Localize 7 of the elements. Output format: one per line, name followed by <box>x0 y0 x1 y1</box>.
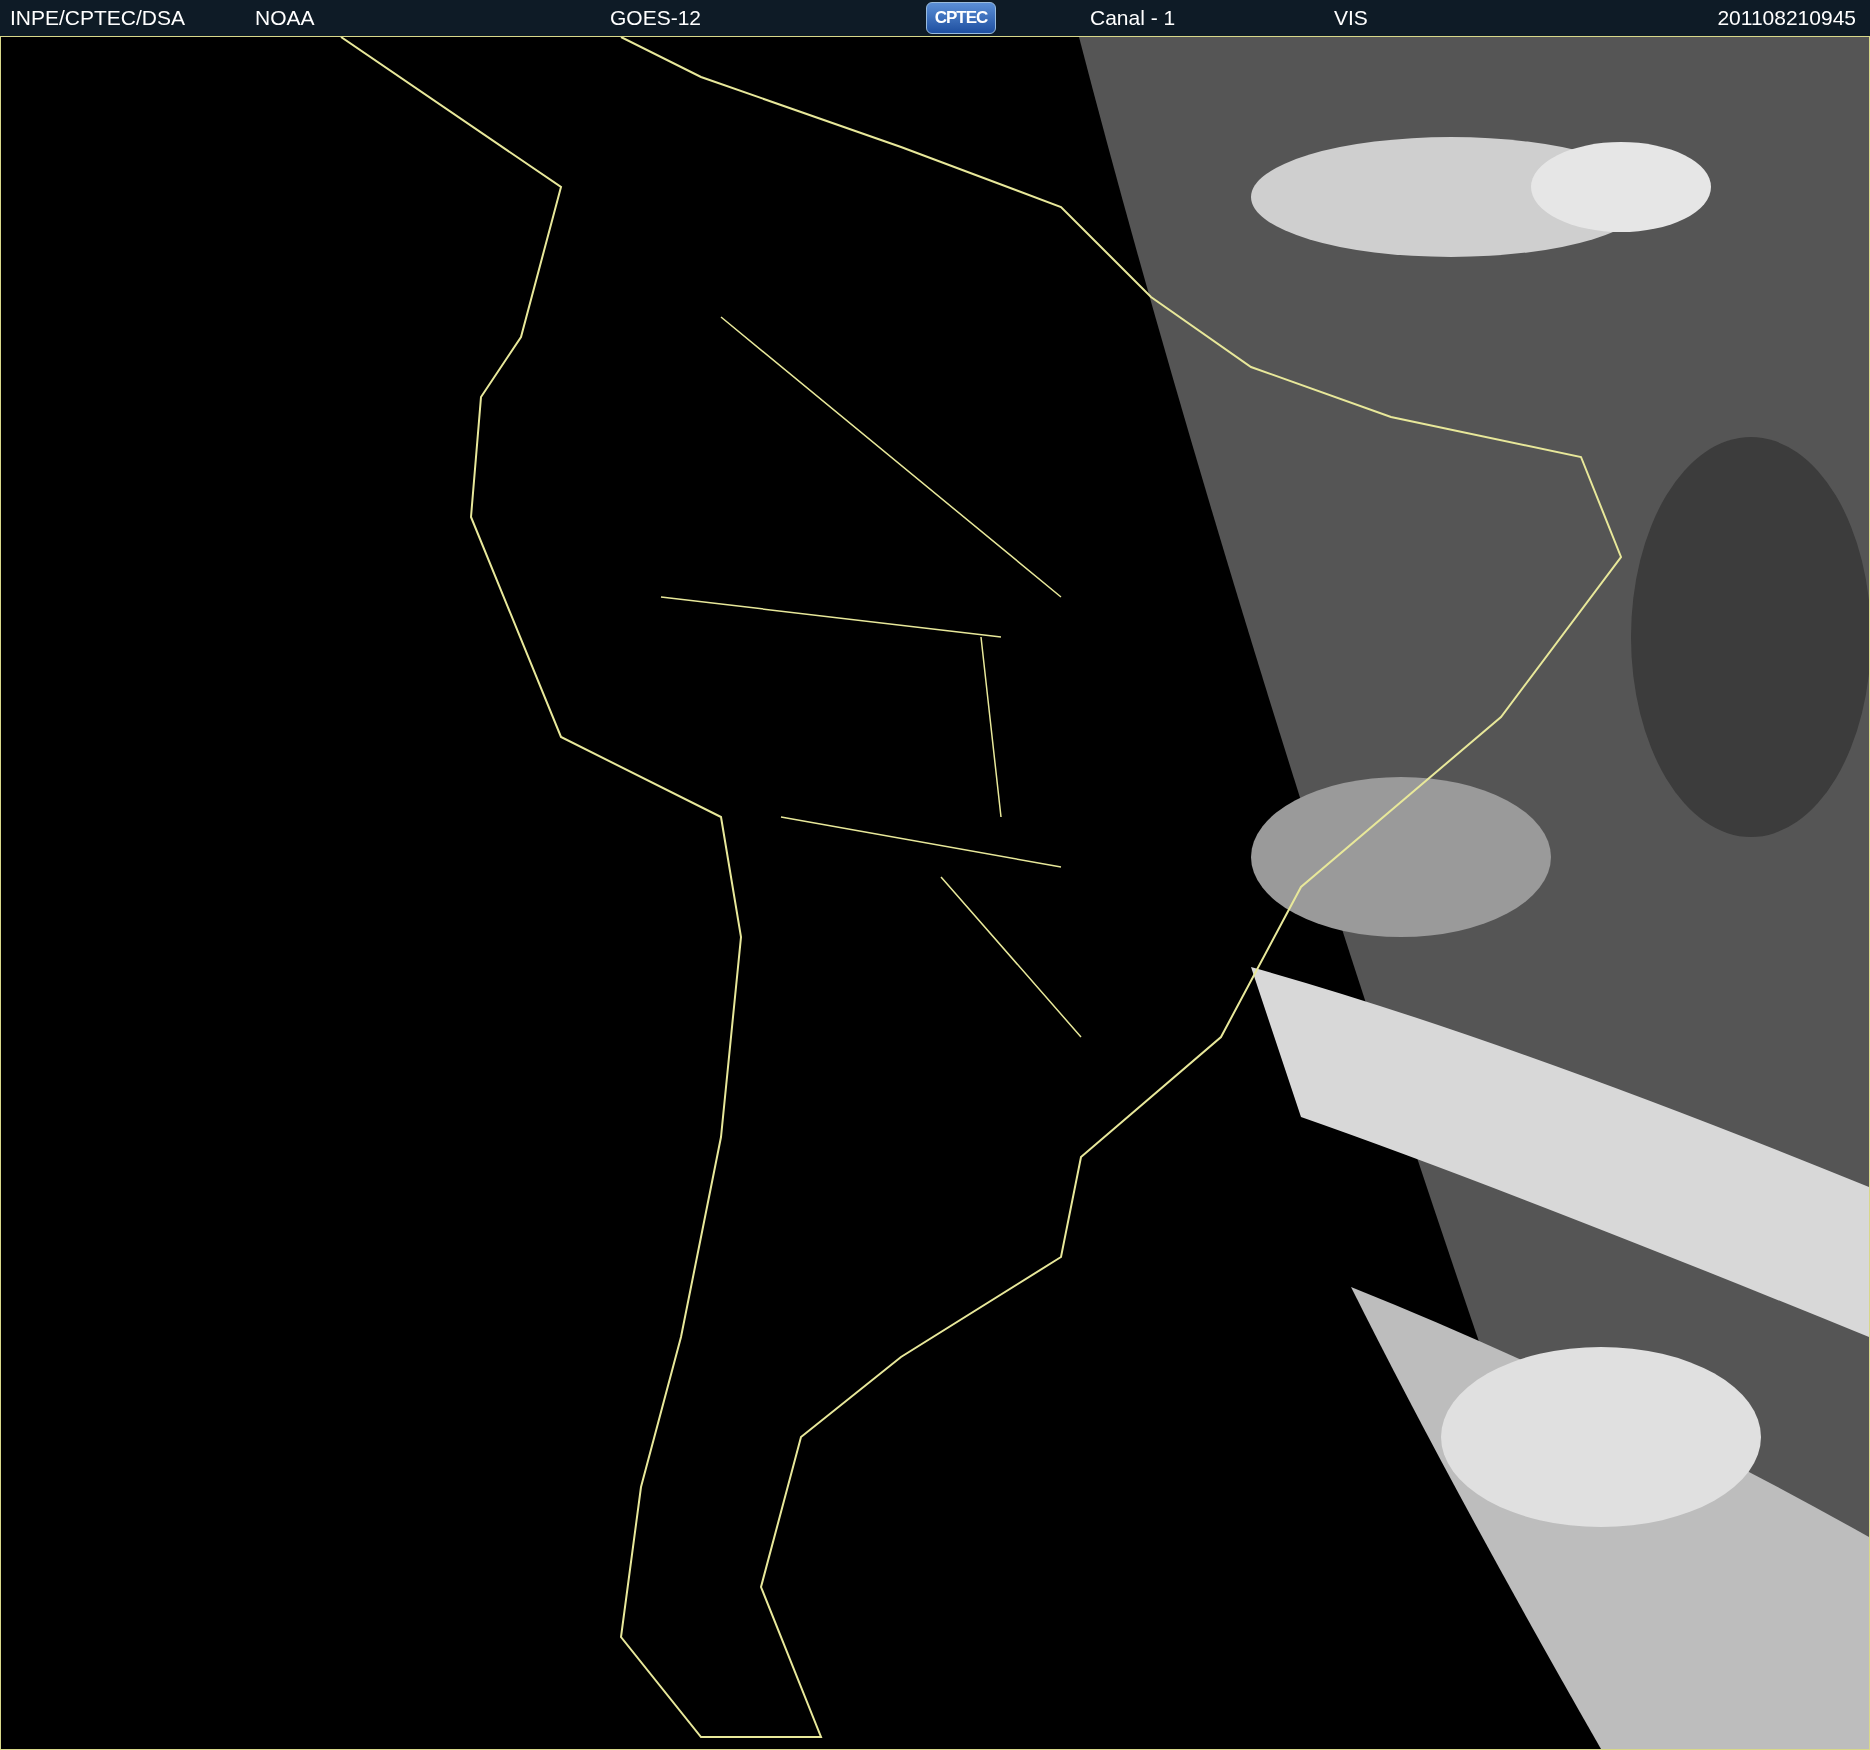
header-label: VIS <box>1334 6 1369 30</box>
header-label: 201108210945 <box>1717 6 1856 30</box>
logo: CPTEC <box>926 2 996 34</box>
header-label: NOAA <box>255 6 316 30</box>
header-label: INPE/CPTEC/DSA <box>10 6 187 30</box>
header-label: GOES-12 <box>610 6 703 30</box>
header-label: Canal - 1 <box>1090 6 1177 30</box>
